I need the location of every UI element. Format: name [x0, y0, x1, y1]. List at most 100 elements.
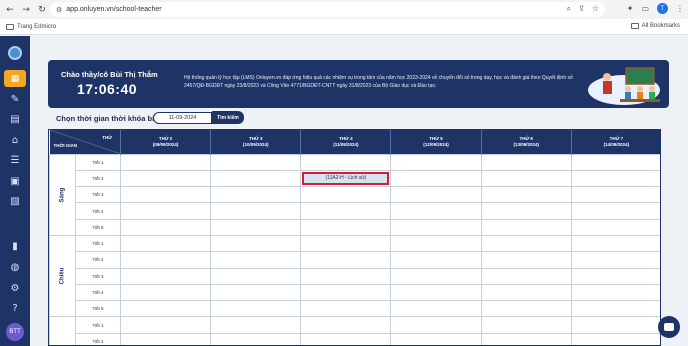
- schedule-slot[interactable]: [570, 153, 660, 171]
- schedule-slot[interactable]: [570, 332, 660, 345]
- schedule-icon[interactable]: ▦: [4, 70, 26, 87]
- schedule-slot[interactable]: [119, 234, 212, 253]
- schedule-slot[interactable]: [210, 332, 302, 345]
- schedule-slot[interactable]: [390, 218, 482, 236]
- schedule-slot[interactable]: [300, 186, 392, 204]
- globe-icon[interactable]: ◍: [7, 260, 23, 274]
- schedule-slot[interactable]: [480, 186, 572, 204]
- lesson-entry[interactable]: (11A2-H - Lịch sử): [302, 171, 390, 186]
- share-icon[interactable]: ⇪: [578, 4, 585, 14]
- schedule-slot[interactable]: [570, 283, 660, 302]
- schedule-slot[interactable]: [300, 251, 392, 269]
- zoom-icon[interactable]: ⌕: [567, 4, 571, 14]
- schedule-slot[interactable]: [390, 300, 482, 318]
- help-icon[interactable]: ?: [7, 301, 23, 315]
- schedule-slot[interactable]: [390, 332, 482, 345]
- schedule-slot[interactable]: [210, 186, 302, 204]
- schedule-slot[interactable]: [119, 300, 212, 318]
- bookmark-trang-edmicro[interactable]: Trang Edmicro: [6, 23, 56, 30]
- schedule-slot[interactable]: [480, 251, 572, 269]
- schedule-slot[interactable]: [390, 169, 482, 188]
- schedule-slot[interactable]: [390, 283, 482, 302]
- schedule-slot[interactable]: [300, 202, 392, 220]
- schedule-slot[interactable]: [300, 300, 392, 318]
- schedule-slot[interactable]: [480, 169, 572, 188]
- schedule-slot[interactable]: [390, 251, 482, 269]
- extensions-icon[interactable]: ✦: [627, 4, 634, 13]
- schedule-slot[interactable]: [119, 169, 212, 188]
- monitor-icon[interactable]: ▣: [7, 174, 23, 188]
- back-icon[interactable]: ←: [4, 4, 16, 16]
- schedule-slot[interactable]: [480, 202, 572, 220]
- settings-icon[interactable]: ⚙: [7, 281, 23, 295]
- schedule-slot[interactable]: [390, 186, 482, 204]
- schedule-slot[interactable]: [570, 316, 660, 334]
- schedule-slot[interactable]: [119, 283, 212, 302]
- reload-icon[interactable]: ↻: [36, 4, 48, 16]
- schedule-slot[interactable]: [480, 218, 572, 236]
- schedule-slot[interactable]: [119, 316, 212, 334]
- exam-icon[interactable]: ☰: [7, 153, 23, 167]
- schedule-slot[interactable]: [300, 153, 392, 171]
- schedule-slot[interactable]: [570, 169, 660, 188]
- assignment-icon[interactable]: ✎: [7, 92, 23, 106]
- forward-icon[interactable]: →: [20, 4, 32, 16]
- chat-button[interactable]: [658, 316, 680, 338]
- schedule-slot[interactable]: [210, 234, 302, 253]
- schedule-slot[interactable]: [300, 283, 392, 302]
- schedule-slot[interactable]: [300, 267, 392, 285]
- schedule-slot[interactable]: [210, 153, 302, 171]
- schedule-slot[interactable]: [390, 153, 482, 171]
- schedule-slot[interactable]: [119, 218, 212, 236]
- schedule-slot[interactable]: [480, 153, 572, 171]
- site-info-icon[interactable]: ⚙: [56, 6, 62, 14]
- schedule-slot[interactable]: [390, 202, 482, 220]
- schedule-slot[interactable]: [570, 218, 660, 236]
- schedule-slot[interactable]: [390, 267, 482, 285]
- schedule-slot[interactable]: [480, 316, 572, 334]
- schedule-slot[interactable]: [300, 332, 392, 345]
- app-logo[interactable]: [8, 46, 22, 60]
- search-button[interactable]: Tìm kiếm: [212, 111, 244, 124]
- schedule-slot[interactable]: [570, 300, 660, 318]
- schedule-slot[interactable]: [210, 283, 302, 302]
- schedule-slot[interactable]: [480, 332, 572, 345]
- schedule-slot[interactable]: [210, 316, 302, 334]
- schedule-slot[interactable]: [570, 186, 660, 204]
- schedule-slot[interactable]: [480, 234, 572, 253]
- schedule-slot[interactable]: [300, 234, 392, 253]
- bookmark-star-icon[interactable]: ☆: [592, 4, 599, 14]
- document-icon[interactable]: ▤: [7, 112, 23, 126]
- statistics-icon[interactable]: ▮: [7, 239, 23, 253]
- user-avatar[interactable]: BTT: [6, 323, 24, 341]
- profile-avatar[interactable]: T: [657, 3, 668, 14]
- schedule-slot[interactable]: [480, 267, 572, 285]
- schedule-slot[interactable]: [210, 300, 302, 318]
- schedule-slot[interactable]: [570, 234, 660, 253]
- all-bookmarks[interactable]: All Bookmarks: [630, 23, 680, 29]
- schedule-slot[interactable]: [119, 251, 212, 269]
- schedule-slot[interactable]: [119, 332, 212, 345]
- menu-icon[interactable]: ⋮: [676, 4, 684, 13]
- schedule-slot[interactable]: [210, 251, 302, 269]
- schedule-slot[interactable]: [480, 283, 572, 302]
- schedule-slot[interactable]: [390, 234, 482, 253]
- class-icon[interactable]: ⌂: [7, 133, 23, 147]
- schedule-slot[interactable]: [119, 267, 212, 285]
- schedule-slot[interactable]: [210, 267, 302, 285]
- schedule-slot[interactable]: [480, 300, 572, 318]
- schedule-slot[interactable]: [210, 169, 302, 188]
- schedule-slot[interactable]: [119, 202, 212, 220]
- report-icon[interactable]: ▧: [7, 194, 23, 208]
- schedule-slot[interactable]: (11A2-H - Lịch sử): [300, 169, 392, 188]
- schedule-slot[interactable]: [210, 202, 302, 220]
- schedule-slot[interactable]: [300, 218, 392, 236]
- address-bar[interactable]: ⚙ app.onluyen.vn/school-teacher ⌕ ⇪ ☆: [50, 2, 605, 17]
- schedule-slot[interactable]: [119, 186, 212, 204]
- date-input[interactable]: 11-09-2024: [153, 112, 212, 124]
- schedule-slot[interactable]: [119, 153, 212, 171]
- schedule-slot[interactable]: [570, 267, 660, 285]
- schedule-slot[interactable]: [300, 316, 392, 334]
- tab-panel-icon[interactable]: ▭: [641, 4, 649, 13]
- schedule-slot[interactable]: [210, 218, 302, 236]
